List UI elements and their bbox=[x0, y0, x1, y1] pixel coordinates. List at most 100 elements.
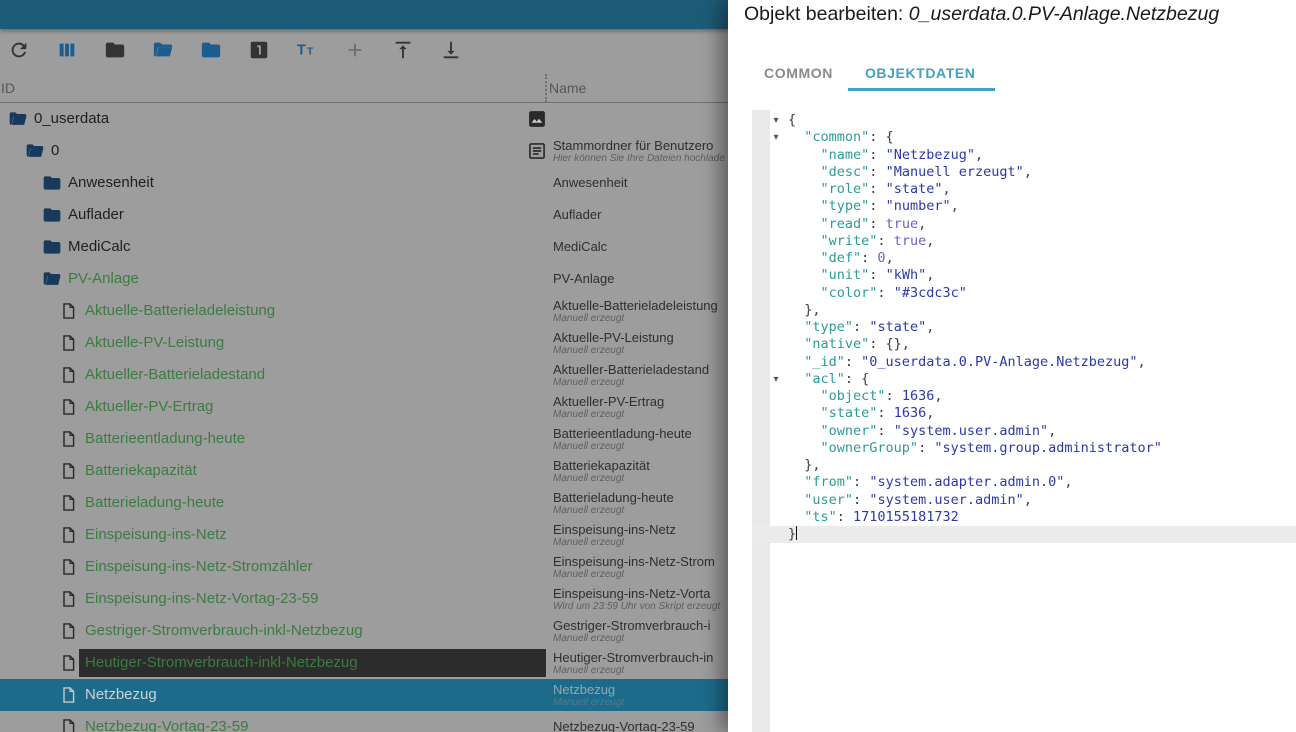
code-line[interactable]: "color": "#3cdc3c" bbox=[788, 285, 1162, 302]
code-line[interactable]: }, bbox=[788, 302, 1162, 319]
folder-button[interactable] bbox=[104, 39, 126, 61]
code-line[interactable]: "common": { bbox=[788, 129, 1162, 146]
code-line[interactable]: "ts": 1710155181732 bbox=[788, 509, 1162, 526]
object-id-label: Einspeisung-ins-Netz-Stromzähler bbox=[85, 558, 313, 575]
object-name: Einspeisung-ins-Netz-Strom bbox=[553, 554, 715, 569]
code-line[interactable]: "unit": "kWh", bbox=[788, 267, 1162, 284]
view-columns-button[interactable] bbox=[56, 39, 78, 61]
code-line[interactable]: "name": "Netzbezug", bbox=[788, 147, 1162, 164]
tab-objektdaten[interactable]: OBJEKTDATEN bbox=[849, 55, 992, 91]
text-format-icon: TT bbox=[296, 39, 318, 61]
fold-arrow-icon[interactable]: ▾ bbox=[770, 129, 782, 146]
column-header-id: ID bbox=[1, 80, 15, 96]
tree-row-pv-anlage[interactable]: PV-Anlage PV-Anlage bbox=[0, 263, 728, 295]
file-icon bbox=[59, 365, 79, 385]
code-line[interactable]: "state": 1636, bbox=[788, 405, 1162, 422]
file-icon bbox=[59, 397, 79, 417]
tree-row-batterieladung-heute[interactable]: Batterieladung-heute Batterieladung-heute… bbox=[0, 487, 728, 519]
tree-row-einspeisung-ins-netz[interactable]: Einspeisung-ins-Netz Einspeisung-ins-Netz… bbox=[0, 519, 728, 551]
upload-button[interactable] bbox=[392, 39, 414, 61]
add-button[interactable] bbox=[344, 39, 366, 61]
tree-row-heutiger-stromverbrauch-inkl-netzbezug[interactable]: Heutiger-Stromverbrauch-inkl-Netzbezug He… bbox=[0, 647, 728, 679]
code-line[interactable]: } bbox=[788, 526, 1162, 543]
tree-row-einspeisung-ins-netz-stromzähler[interactable]: Einspeisung-ins-Netz-Stromzähler Einspeis… bbox=[0, 551, 728, 583]
folder-icon bbox=[104, 39, 126, 61]
text-format-button[interactable]: TT bbox=[296, 39, 318, 61]
tab-common[interactable]: COMMON bbox=[748, 55, 849, 91]
folder-button[interactable] bbox=[200, 39, 222, 61]
object-id-label: Netzbezug-Vortag-23-59 bbox=[85, 718, 249, 732]
code-line[interactable]: "read": true, bbox=[788, 216, 1162, 233]
tree-row-aktuelle-pv-leistung[interactable]: Aktuelle-PV-Leistung Aktuelle-PV-Leistung… bbox=[0, 327, 728, 359]
object-id-label: Aktueller-Batterieladestand bbox=[85, 366, 266, 383]
tree-row-0_userdata[interactable]: 0_userdata bbox=[0, 103, 728, 135]
folder-open-icon bbox=[152, 39, 174, 61]
column-headers: ID Name bbox=[0, 71, 728, 103]
code-line[interactable]: "from": "system.adapter.admin.0", bbox=[788, 474, 1162, 491]
object-description: Manuell erzeugt bbox=[553, 505, 625, 516]
code-line[interactable]: "desc": "Manuell erzeugt", bbox=[788, 164, 1162, 181]
object-name-cell: Netzbezug Manuell erzeugt bbox=[553, 679, 728, 711]
looks-one-button[interactable] bbox=[248, 39, 270, 61]
code-line[interactable]: "owner": "system.user.admin", bbox=[788, 423, 1162, 440]
object-description: Manuell erzeugt bbox=[553, 537, 625, 548]
object-name-cell: Batteriekapazität Manuell erzeugt bbox=[553, 455, 728, 487]
file-icon bbox=[59, 333, 79, 353]
tree-row-batterieentladung-heute[interactable]: Batterieentladung-heute Batterieentladung… bbox=[0, 423, 728, 455]
object-description: Manuell erzeugt bbox=[553, 441, 625, 452]
tree-row-medicalc[interactable]: MediCalc MediCalc bbox=[0, 231, 728, 263]
object-name-cell: Einspeisung-ins-Netz-Strom Manuell erzeug… bbox=[553, 551, 728, 583]
object-id-label: Anwesenheit bbox=[68, 174, 154, 191]
json-editor[interactable]: ▾ ▾ ▾ { "common": { "name": "Netzbezug", "… bbox=[728, 110, 1296, 732]
fold-arrow-icon[interactable]: ▾ bbox=[770, 112, 782, 129]
code-line[interactable]: "role": "state", bbox=[788, 181, 1162, 198]
object-id-label: Einspeisung-ins-Netz-Vortag-23-59 bbox=[85, 590, 319, 607]
object-description: Manuell erzeugt bbox=[553, 473, 625, 484]
tree-row-netzbezug[interactable]: Netzbezug Netzbezug Manuell erzeugt bbox=[0, 679, 728, 711]
tree-row-auflader[interactable]: Auflader Auflader bbox=[0, 199, 728, 231]
code-line[interactable]: }, bbox=[788, 457, 1162, 474]
object-name: Batterieentladung-heute bbox=[553, 426, 692, 441]
object-name-cell: Auflader bbox=[553, 199, 728, 231]
object-id-label: 0_userdata bbox=[34, 110, 110, 127]
code-line[interactable]: "_id": "0_userdata.0.PV-Anlage.Netzbezug… bbox=[788, 354, 1162, 371]
tree-row-aktuelle-batterieladeleistung[interactable]: Aktuelle-Batterieladeleistung Aktuelle-Ba… bbox=[0, 295, 728, 327]
tree-row-aktueller-pv-ertrag[interactable]: Aktueller-PV-Ertrag Aktueller-PV-Ertrag Ma… bbox=[0, 391, 728, 423]
object-description: Manuell erzeugt bbox=[553, 665, 625, 676]
upload-icon bbox=[392, 39, 414, 61]
tree-row-0[interactable]: 0 Stammordner für Benutzero Hier können Si… bbox=[0, 135, 728, 167]
code-line[interactable]: "type": "number", bbox=[788, 198, 1162, 215]
object-name-cell: Stammordner für Benutzero Hier können Sie… bbox=[553, 135, 728, 167]
editor-code[interactable]: { "common": { "name": "Netzbezug", "desc… bbox=[788, 112, 1162, 543]
code-line[interactable]: "ownerGroup": "system.group.administrato… bbox=[788, 440, 1162, 457]
file-icon bbox=[59, 461, 79, 481]
object-id-label: Batterieladung-heute bbox=[85, 494, 225, 511]
object-id-label: Gestriger-Stromverbrauch-inkl-Netzbezug bbox=[85, 622, 363, 639]
object-description: Wird um 23:59 Uhr von Skript erzeugt bbox=[553, 601, 721, 612]
column-divider[interactable] bbox=[545, 74, 547, 102]
download-button[interactable] bbox=[440, 39, 462, 61]
object-name: MediCalc bbox=[553, 239, 608, 254]
tree-row-batteriekapazität[interactable]: Batteriekapazität Batteriekapazität Manuel… bbox=[0, 455, 728, 487]
object-name: Aktuelle-PV-Leistung bbox=[553, 330, 674, 345]
refresh-button[interactable] bbox=[8, 39, 30, 61]
code-line[interactable]: "acl": { bbox=[788, 371, 1162, 388]
tree-row-aktueller-batterieladestand[interactable]: Aktueller-Batterieladestand Aktueller-Bat… bbox=[0, 359, 728, 391]
fold-arrow-icon[interactable]: ▾ bbox=[770, 371, 782, 388]
object-id-label: Einspeisung-ins-Netz bbox=[85, 526, 227, 543]
code-line[interactable]: { bbox=[788, 112, 1162, 129]
code-line[interactable]: "type": "state", bbox=[788, 319, 1162, 336]
tree-row-gestriger-stromverbrauch-inkl-netzbezug[interactable]: Gestriger-Stromverbrauch-inkl-Netzbezug G… bbox=[0, 615, 728, 647]
folder-open-button[interactable] bbox=[152, 39, 174, 61]
code-line[interactable]: "def": 0, bbox=[788, 250, 1162, 267]
folder-icon bbox=[200, 39, 222, 61]
code-line[interactable]: "user": "system.user.admin", bbox=[788, 492, 1162, 509]
object-name-cell: Aktuelle-Batterieladeleistung Manuell erz… bbox=[553, 295, 728, 327]
tree-row-anwesenheit[interactable]: Anwesenheit Anwesenheit bbox=[0, 167, 728, 199]
tree-row-netzbezug-vortag-23-59[interactable]: Netzbezug-Vortag-23-59 Netzbezug-Vortag-2… bbox=[0, 711, 728, 732]
code-line[interactable]: "write": true, bbox=[788, 233, 1162, 250]
tree-row-einspeisung-ins-netz-vortag-23-59[interactable]: Einspeisung-ins-Netz-Vortag-23-59 Einspei… bbox=[0, 583, 728, 615]
object-name-cell: Aktueller-Batterieladestand Manuell erzeu… bbox=[553, 359, 728, 391]
code-line[interactable]: "native": {}, bbox=[788, 336, 1162, 353]
code-line[interactable]: "object": 1636, bbox=[788, 388, 1162, 405]
